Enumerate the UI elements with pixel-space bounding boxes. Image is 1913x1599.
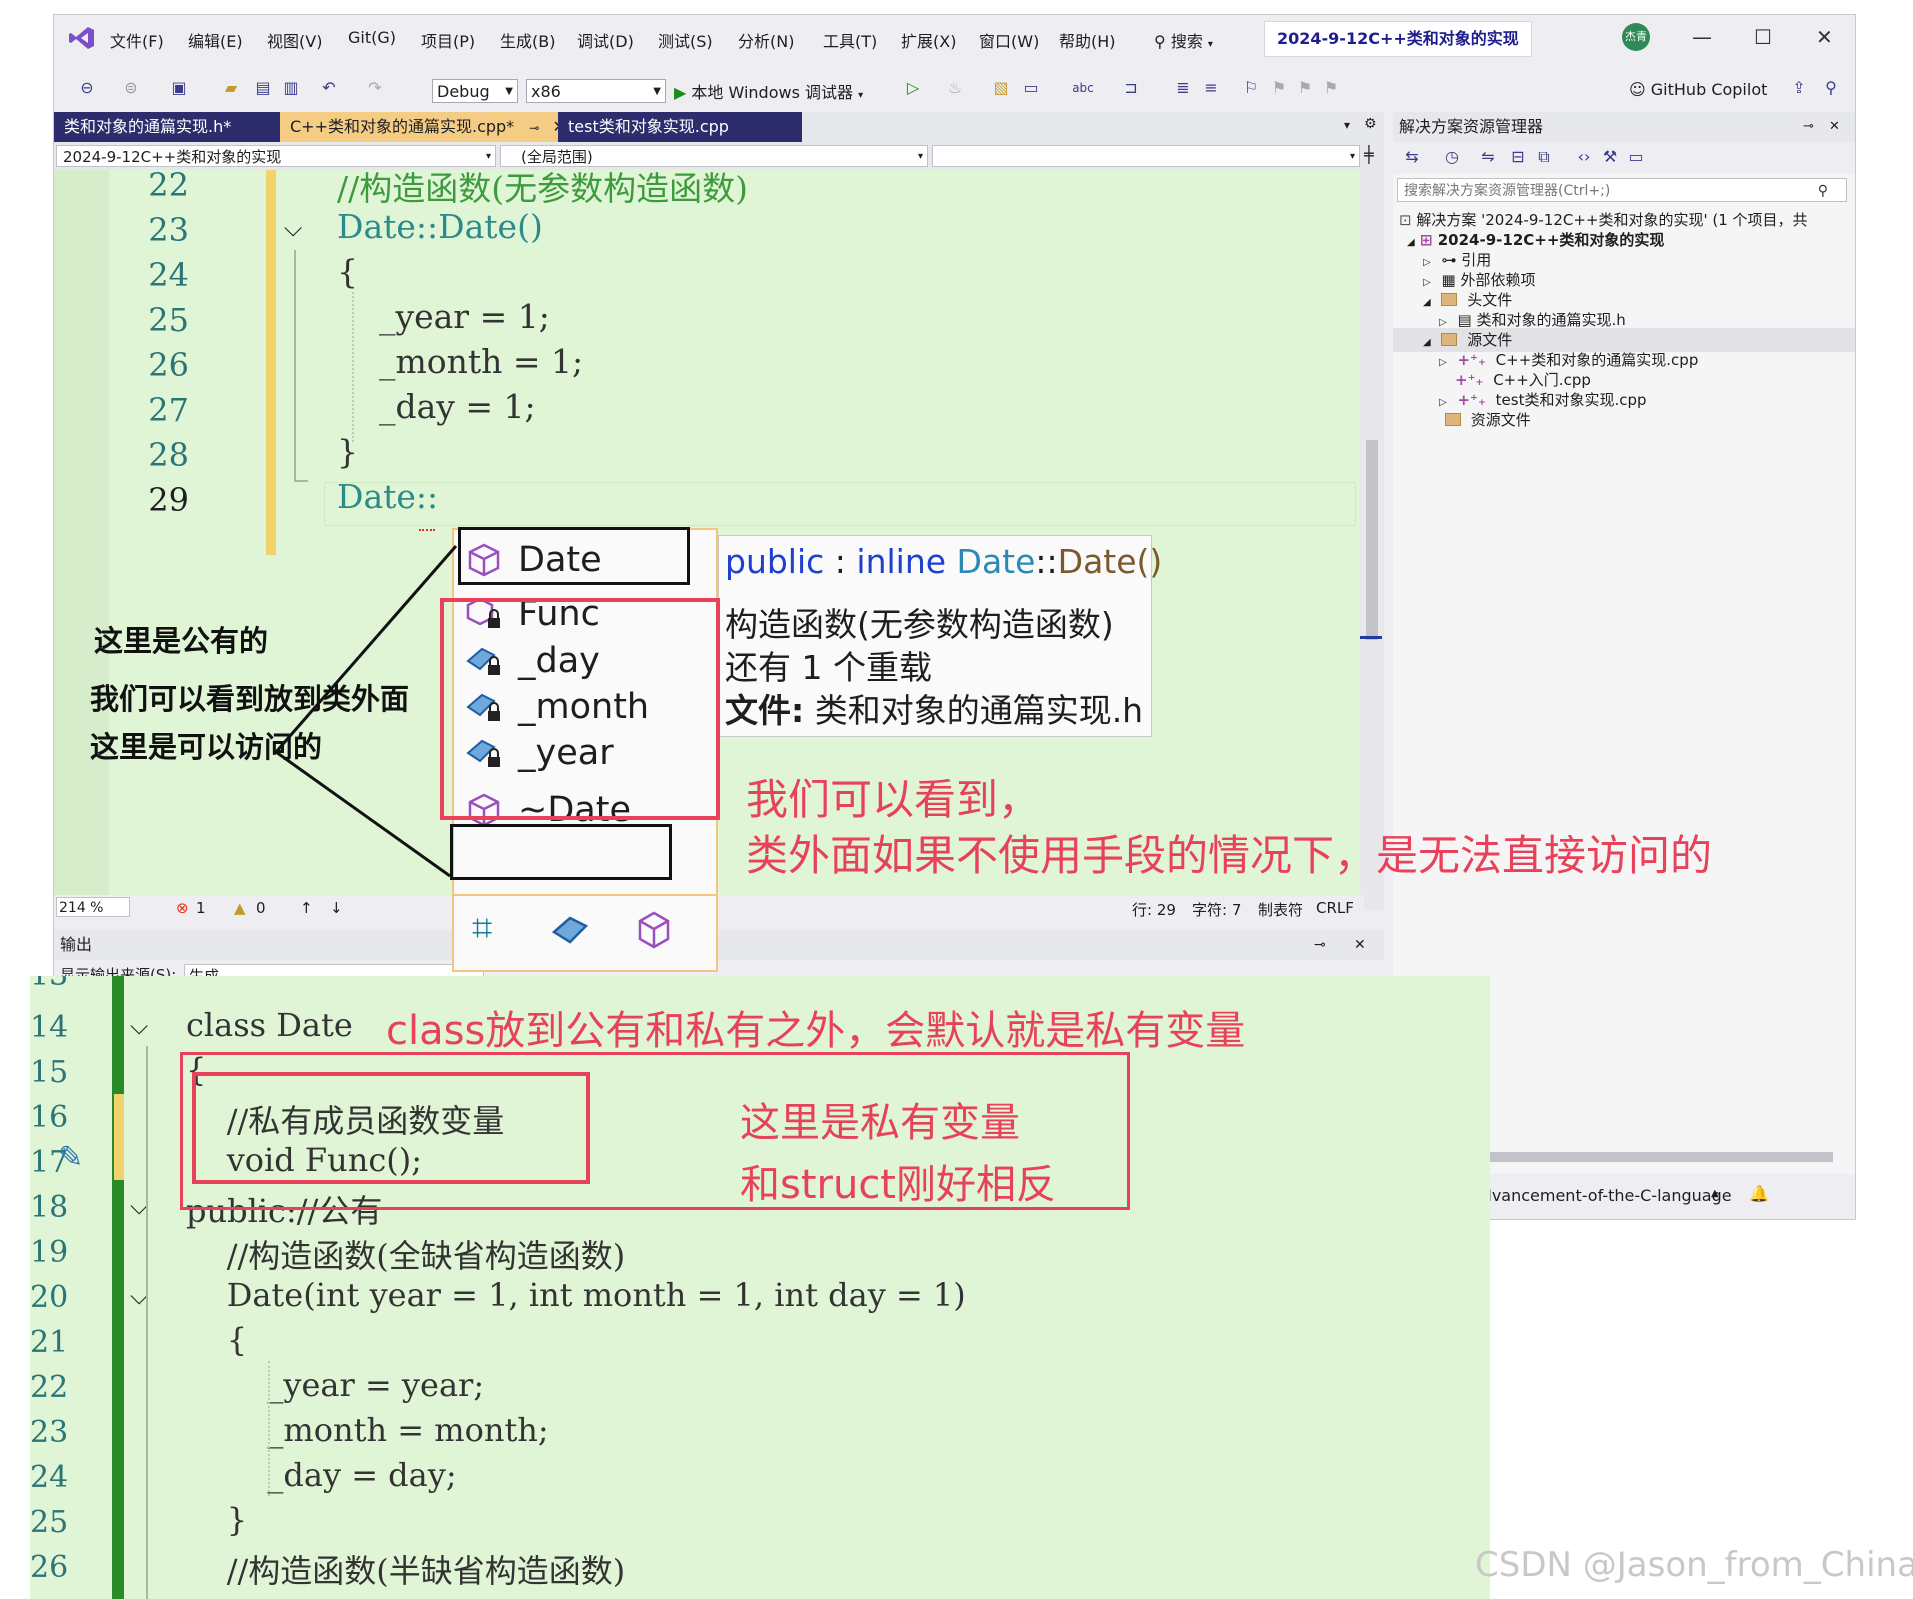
- collapse-icon[interactable]: ⌵: [130, 1012, 148, 1040]
- code-line: class Date: [186, 1006, 353, 1044]
- change-indicator: [112, 976, 124, 1599]
- code-line: _year = year;: [186, 1366, 485, 1404]
- line-number: 26: [30, 1550, 69, 1585]
- line-number: 22: [30, 1370, 69, 1405]
- watermark: CSDN @Jason_from_China: [1475, 1545, 1913, 1585]
- line-number: 19: [30, 1235, 69, 1270]
- line-number: 21: [30, 1325, 69, 1360]
- line-number: 24: [30, 1460, 69, 1495]
- line-number: 23: [30, 1415, 69, 1450]
- line-number: 25: [30, 1505, 69, 1540]
- annotation-public-note: 这里是可以访问的: [90, 730, 323, 764]
- code-line: Date(int year = 1, int month = 1, int da…: [186, 1276, 966, 1314]
- annotation-private-var: 这里是私有变量: [740, 1100, 1020, 1146]
- annotation-struct-opposite: 和struct刚好相反: [740, 1162, 1056, 1208]
- annotation-public-note: 这里是公有的: [94, 624, 269, 658]
- class-definition-snippet: 13 14 15 16 17 18 19 20 21 22 23 24 25 2…: [30, 976, 1490, 1599]
- line-number: 13: [30, 976, 68, 993]
- line-number: 14: [30, 1010, 69, 1045]
- change-indicator-yellow: [114, 1094, 124, 1180]
- scope-guide: [146, 1046, 150, 1599]
- annotation-class-default: class放到公有和私有之外，会默认就是私有变量: [386, 1008, 1246, 1054]
- code-line: }: [186, 1501, 248, 1539]
- annotation-private-note: 类外面如果不使用手段的情况下，是无法直接访问的: [746, 831, 1713, 880]
- indent-guide: [268, 1361, 272, 1496]
- quick-action-icon[interactable]: ✎: [58, 1140, 83, 1175]
- line-number: 20: [30, 1280, 69, 1315]
- code-line: {: [186, 1321, 248, 1359]
- code-line: //构造函数(全缺省构造函数): [186, 1237, 626, 1275]
- line-number: 15: [30, 1055, 69, 1090]
- code-line: _day = day;: [186, 1456, 457, 1494]
- annotation-public-note: 我们可以看到放到类外面: [90, 682, 410, 716]
- annotation-private-note: 我们可以看到，: [746, 775, 1041, 824]
- code-line: //构造函数(半缺省构造函数): [186, 1552, 626, 1590]
- line-number: 16: [30, 1100, 69, 1135]
- line-number: 18: [30, 1190, 69, 1225]
- line-number: 17: [30, 1145, 69, 1180]
- code-line: _month = month;: [186, 1411, 549, 1449]
